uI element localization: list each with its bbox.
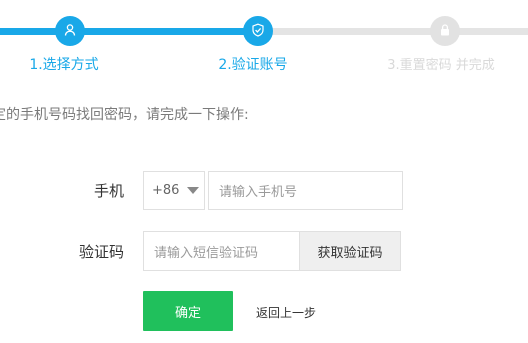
- step-1-label: 1.选择方式: [29, 57, 99, 73]
- user-icon: [63, 22, 77, 41]
- sms-code-input[interactable]: 请输入短信验证码: [144, 232, 299, 270]
- instruction-text: 定的手机号码找回密码，请完成一下操作:: [0, 107, 249, 123]
- phone-label: 手机: [93, 182, 124, 200]
- back-link[interactable]: 返回上一步: [256, 304, 316, 321]
- progress-track-active: [0, 28, 258, 35]
- step-2-circle: [243, 16, 273, 46]
- phone-input[interactable]: 请输入手机号: [208, 171, 403, 210]
- progress-track-inactive: [258, 28, 528, 35]
- confirm-button[interactable]: 确定: [143, 291, 233, 331]
- phone-placeholder: 请输入手机号: [219, 185, 298, 200]
- sms-code-group: 请输入短信验证码 获取验证码: [143, 231, 401, 271]
- step-3-label: 3.重置密码 并完成: [387, 58, 495, 73]
- step-3-circle: [430, 16, 460, 46]
- sms-code-placeholder: 请输入短信验证码: [154, 245, 259, 261]
- code-label: 验证码: [78, 243, 124, 261]
- get-code-button[interactable]: 获取验证码: [299, 232, 400, 270]
- step-2-label: 2.验证账号: [218, 57, 288, 73]
- lock-icon: [438, 22, 452, 41]
- chevron-down-icon: [187, 187, 200, 194]
- shield-check-icon: [251, 22, 265, 41]
- step-1-circle: [55, 16, 85, 46]
- country-code-select[interactable]: +86: [143, 171, 205, 210]
- country-code-value: +86: [152, 183, 180, 198]
